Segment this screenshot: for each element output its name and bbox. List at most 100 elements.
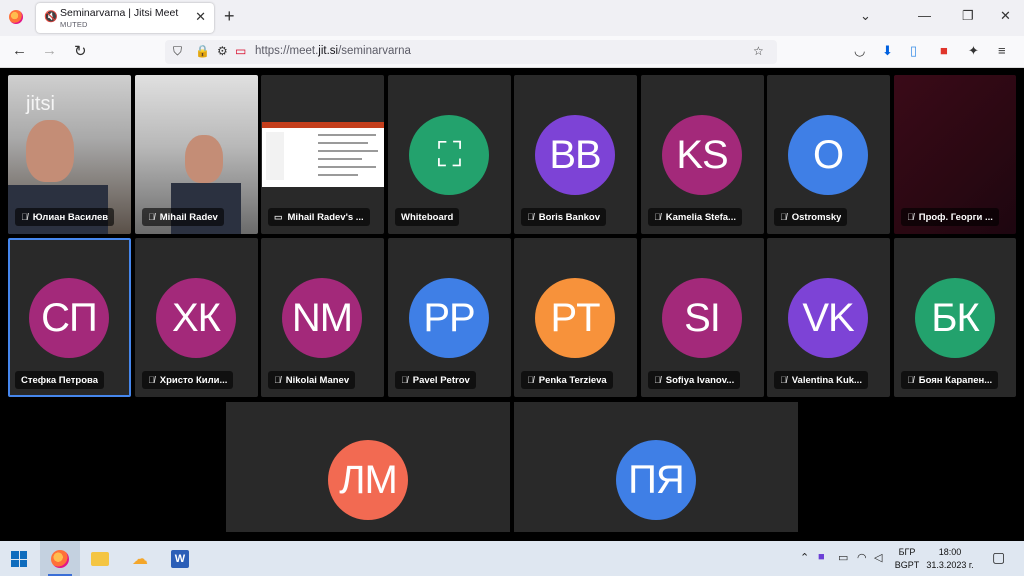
participant-label: 🎙̸ Боян Карапен... (901, 371, 999, 389)
shield-icon[interactable]: ⛉ (173, 44, 182, 59)
clock-time: 18:00 (938, 547, 962, 557)
browser-tab[interactable]: 🔇 Seminarvarna | Jitsi Meet MUTED ✕ (36, 3, 214, 33)
mic-muted-icon: 🎙̸ (148, 375, 155, 385)
participant-tile[interactable]: SI 🎙̸ Sofiya Ivanov... (641, 238, 764, 397)
close-window-button[interactable]: ✕ (1000, 8, 1011, 24)
mic-muted-icon: 🎙̸ (654, 212, 661, 222)
participant-tile[interactable]: ХК 🎙̸ Христо Кили... (135, 238, 258, 397)
tab-list-icon[interactable]: ⌄ (860, 8, 871, 24)
participant-tile[interactable]: 🎙̸ Mihail Radev (135, 75, 258, 234)
tab-subtitle: MUTED (60, 20, 88, 29)
url-text[interactable]: https://meet.jit.si/seminarvarna (255, 45, 411, 57)
windows-taskbar: ☁ W ⌃ ■ ▭ ◠ ◁ ▢ (0, 541, 1024, 576)
participant-tile[interactable]: ПЯ (514, 402, 798, 532)
wifi-icon[interactable]: ◠ (857, 551, 867, 564)
screenshare-preview (262, 122, 384, 187)
avatar: ХК (156, 278, 236, 358)
keyboard-layout: BGPT (894, 560, 920, 570)
participant-tile[interactable]: O 🎙̸ Ostromsky (767, 75, 890, 234)
url-bar[interactable]: ⛉ 🔒 ⚙ ▭ https://meet.jit.si/seminarvarna… (165, 40, 777, 64)
mic-muted-icon: 🎙̸ (527, 375, 534, 385)
bookmark-star-icon[interactable]: ☆ (753, 44, 764, 58)
notifications-icon[interactable]: ▢ (992, 549, 1005, 566)
meet-now-icon[interactable]: ■ (818, 551, 825, 563)
clock-date: 31.3.2023 г. (926, 560, 974, 570)
permissions-icon[interactable]: ⚙ (217, 44, 228, 58)
screenshare-tile[interactable]: ▭ Mihail Radev's ... (261, 75, 384, 234)
mic-muted-icon: 🎙̸ (401, 375, 408, 385)
extensions-puzzle-icon[interactable]: ✦ (968, 43, 979, 59)
participant-face (185, 135, 223, 183)
clock[interactable]: 18:00 31.3.2023 г. (924, 546, 976, 572)
mic-muted-icon: 🎙̸ (907, 212, 914, 222)
participant-label: 🎙̸ Valentina Kuk... (774, 371, 868, 389)
mic-muted-icon: 🎙̸ (148, 212, 155, 222)
weather-icon: ☁ (132, 550, 148, 568)
whiteboard-tile[interactable]: ⛶ Whiteboard (388, 75, 511, 234)
taskbar-weather[interactable]: ☁ (120, 541, 160, 576)
participant-tile[interactable]: jitsi 🎙̸ Юлиан Василев (8, 75, 131, 234)
battery-icon[interactable]: ▭ (838, 551, 848, 564)
participant-face (26, 120, 74, 182)
participant-label: 🎙̸ Проф. Георги ... (901, 208, 999, 226)
avatar: SI (662, 278, 742, 358)
avatar: KS (662, 115, 742, 195)
participant-tile[interactable]: PP 🎙̸ Pavel Petrov (388, 238, 511, 397)
new-tab-button[interactable]: + (224, 6, 235, 27)
mic-muted-icon: 🎙̸ (780, 212, 787, 222)
back-button[interactable]: ← (12, 42, 27, 59)
taskbar-firefox[interactable] (40, 541, 80, 576)
participant-label: 🎙̸ Nikolai Manev (268, 371, 356, 389)
participant-label: 🎙̸ Mihail Radev (142, 208, 224, 226)
avatar: BB (535, 115, 615, 195)
participant-tile[interactable]: БК 🎙̸ Боян Карапен... (894, 238, 1016, 397)
language-code: БГР (898, 547, 916, 557)
participant-label: 🎙̸ Юлиан Василев (15, 208, 115, 226)
camera-sharing-icon[interactable]: ▭ (235, 44, 246, 58)
participant-label: 🎙̸ Boris Bankov (521, 208, 606, 226)
participant-label: ▭ Mihail Radev's ... (268, 208, 370, 226)
mic-muted-icon: 🔇 (44, 11, 58, 23)
participant-tile-active[interactable]: СП Стефка Петрова (8, 238, 131, 397)
extension-icon[interactable]: ■ (940, 43, 948, 58)
avatar: PT (535, 278, 615, 358)
volume-icon[interactable]: ◁ (874, 551, 882, 564)
navigation-bar: ← → ↻ ⛉ 🔒 ⚙ ▭ https://meet.jit.si/semina… (0, 36, 1024, 68)
participant-tile[interactable]: NM 🎙̸ Nikolai Manev (261, 238, 384, 397)
screenshare-icon: ▭ (274, 211, 283, 222)
participant-tile[interactable]: PT 🎙̸ Penka Terzieva (514, 238, 637, 397)
avatar: NM (282, 278, 362, 358)
restore-button[interactable]: ❐ (962, 8, 974, 24)
avatar: БК (915, 278, 995, 358)
minimize-button[interactable]: — (918, 8, 931, 23)
participant-tile[interactable]: KS 🎙̸ Kamelia Stefa... (641, 75, 764, 234)
start-button[interactable] (0, 541, 40, 576)
language-indicator[interactable]: БГР BGPT (893, 546, 921, 572)
participant-tile[interactable]: BB 🎙̸ Boris Bankov (514, 75, 637, 234)
avatar: СП (29, 278, 109, 358)
mic-muted-icon: 🎙̸ (907, 375, 914, 385)
participant-label: 🎙̸ Христо Кили... (142, 371, 234, 389)
avatar: VK (788, 278, 868, 358)
close-tab-icon[interactable]: ✕ (195, 9, 206, 25)
reload-button[interactable]: ↻ (74, 42, 87, 60)
taskbar-file-explorer[interactable] (80, 541, 120, 576)
participant-tile[interactable]: 🎙̸ Проф. Георги ... (894, 75, 1016, 234)
lock-icon[interactable]: 🔒 (195, 44, 210, 58)
taskbar-word[interactable]: W (160, 541, 200, 576)
word-icon: W (171, 549, 189, 568)
reader-icon[interactable]: ▯ (910, 43, 917, 59)
avatar: ПЯ (616, 440, 696, 520)
participant-tile[interactable]: ЛМ (226, 402, 510, 532)
show-hidden-icons[interactable]: ⌃ (800, 551, 809, 564)
avatar: O (788, 115, 868, 195)
participant-label: 🎙̸ Ostromsky (774, 208, 848, 226)
firefox-icon[interactable] (9, 10, 23, 24)
participant-tile[interactable]: VK 🎙̸ Valentina Kuk... (767, 238, 890, 397)
participant-label: 🎙̸ Pavel Petrov (395, 371, 476, 389)
downloads-icon[interactable]: ⬇ (882, 43, 893, 59)
whiteboard-icon: ⛶ (409, 115, 489, 195)
forward-button[interactable]: → (42, 42, 57, 59)
pocket-icon[interactable]: ◡ (854, 43, 865, 59)
menu-icon[interactable]: ≡ (998, 43, 1006, 58)
